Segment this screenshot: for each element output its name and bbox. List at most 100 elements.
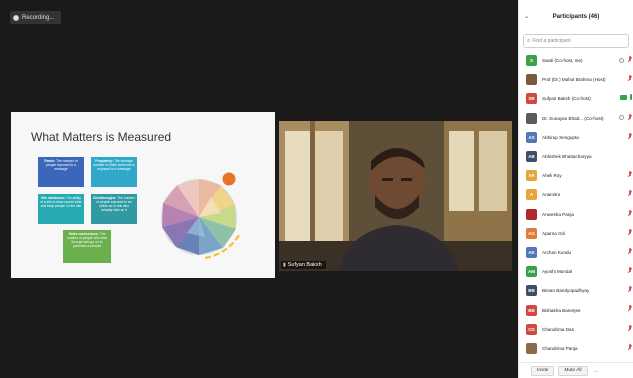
- mute-all-button[interactable]: Mute All: [558, 365, 588, 376]
- mic-muted-icon[interactable]: [627, 56, 632, 64]
- participant-name: Dr. Sunayan Bhatt... (Co-host): [542, 115, 604, 121]
- participant-name: Swati (Co-host, me): [542, 58, 583, 64]
- participant-name: Biman Bandyopadhyay: [542, 288, 590, 294]
- avatar: AM: [526, 266, 537, 278]
- avatar: A: [526, 189, 537, 201]
- signal-bars-icon: ▮: [283, 262, 286, 268]
- participant-row[interactable]: AM Ayoshi Mondal: [519, 262, 633, 281]
- mic-muted-icon[interactable]: [627, 228, 632, 237]
- avatar: AK: [526, 246, 537, 258]
- participant-status-icons: [627, 267, 632, 275]
- participant-row[interactable]: AS Abhirup Sengupta: [519, 128, 633, 147]
- speaker-name-tag: ▮ Sufyan Baksh: [281, 261, 326, 269]
- participant-name: Archan Kundu: [542, 249, 572, 255]
- avatar: S: [526, 55, 537, 67]
- search-icon: ⌕: [527, 37, 531, 44]
- participant-name: Chandrima Panja: [542, 345, 578, 351]
- avatar: SB: [526, 93, 537, 105]
- more-options-button[interactable]: ...: [594, 368, 598, 374]
- participant-status-icons: [627, 343, 632, 352]
- participant-status-icons: [627, 324, 632, 333]
- mic-muted-icon[interactable]: [627, 190, 632, 198]
- participant-status-icons: [627, 247, 632, 256]
- participants-footer: Invite Mute All ...: [519, 362, 633, 378]
- avatar: [526, 208, 537, 220]
- chevron-down-icon[interactable]: ⌄: [524, 13, 529, 20]
- participant-status-icons: [627, 171, 632, 179]
- recording-icon: [13, 14, 19, 21]
- participant-name: Anamitra: [542, 192, 561, 198]
- avatar: AR: [526, 170, 537, 182]
- participant-row[interactable]: BB Biman Bandyopadhyay: [519, 281, 633, 300]
- status-icon[interactable]: [619, 57, 624, 63]
- avatar: [526, 342, 537, 354]
- mic-muted-icon[interactable]: [627, 267, 632, 275]
- participant-status-icons: [627, 286, 632, 294]
- participant-row[interactable]: A Anamitra: [519, 185, 633, 204]
- slide-box-frequency: Frequency: The average number of times s…: [91, 157, 137, 187]
- participant-name: Aparna Giri: [542, 230, 566, 236]
- participant-name: Ayoshi Mondal: [542, 269, 573, 275]
- participants-header: ⌄ Participants (46): [519, 0, 633, 34]
- participant-name: Sufyan Baksh (Co-host): [542, 96, 591, 102]
- participant-name: Chandrima Das: [542, 326, 574, 332]
- participant-row[interactable]: AR Aheli Roy: [519, 166, 633, 185]
- video-on-icon[interactable]: [620, 94, 627, 100]
- participant-name: Abhishek Bhattacharyya: [542, 154, 592, 160]
- participant-name: Anwesha Panja: [542, 211, 574, 217]
- avatar: AB: [526, 151, 537, 163]
- avatar: BB: [526, 285, 537, 297]
- participant-status-icons: [619, 113, 632, 122]
- speaker-video-tile[interactable]: ▮ Sufyan Baksh: [279, 121, 512, 271]
- mic-muted-icon[interactable]: [627, 286, 632, 294]
- recording-label: Recording...: [22, 14, 55, 21]
- participant-status-icons: [627, 75, 632, 83]
- participant-name: Bishakha Banerjee: [542, 307, 581, 313]
- mic-muted-icon[interactable]: [627, 305, 632, 313]
- participant-row[interactable]: Prof (Dr.) Mahul Brahma (Host): [519, 70, 633, 89]
- slide-box-reach: Reach: The number of people exposed to a…: [38, 157, 84, 187]
- mic-muted-icon[interactable]: [627, 75, 632, 83]
- mic-muted-icon[interactable]: [627, 247, 632, 256]
- participant-row[interactable]: Dr. Sunayan Bhatt... (Co-host): [519, 109, 633, 128]
- participant-status-icons: [627, 132, 632, 141]
- participant-status-icons: [619, 56, 632, 64]
- participant-list: S Swati (Co-host, me) Prof (Dr.) Mahul Bra…: [519, 51, 633, 358]
- meeting-stage: Recording... What Matters is Measured Re…: [0, 0, 518, 378]
- slide-box-site-stickiness: Site stickiness: The ability of a site t…: [38, 194, 84, 224]
- avatar: AS: [526, 131, 537, 143]
- mic-muted-icon[interactable]: [627, 324, 632, 333]
- participant-status-icons: [620, 94, 632, 101]
- status-icon[interactable]: [619, 115, 624, 121]
- participant-row[interactable]: Anwesha Panja: [519, 205, 633, 224]
- mic-muted-icon[interactable]: [627, 209, 632, 218]
- participants-panel: ⌄ Participants (46) ⌕ S Swati (Co-host, m…: [518, 0, 633, 378]
- participant-status-icons: [627, 209, 632, 218]
- participant-status-icons: [627, 228, 632, 237]
- mic-on-icon[interactable]: [630, 94, 632, 101]
- recording-badge[interactable]: Recording...: [10, 11, 61, 24]
- mic-muted-icon[interactable]: [627, 171, 632, 179]
- participant-row[interactable]: AK Archan Kundu: [519, 243, 633, 262]
- mic-muted-icon[interactable]: [627, 132, 632, 141]
- participant-search[interactable]: ⌕: [523, 34, 629, 48]
- participant-row[interactable]: BB Bishakha Banerjee: [519, 300, 633, 319]
- participant-status-icons: [627, 305, 632, 313]
- slide-box-clickthroughs: Clickthroughs: The number of people expo…: [91, 194, 137, 224]
- avatar: AG: [526, 227, 537, 239]
- participant-row[interactable]: S Swati (Co-host, me): [519, 51, 633, 70]
- invite-button[interactable]: Invite: [531, 365, 555, 376]
- participant-row[interactable]: AG Aparna Giri: [519, 224, 633, 243]
- participant-name: Prof (Dr.) Mahul Brahma (Host): [542, 77, 606, 83]
- slide-box-sales-conversions: Sales conversions: The number of people …: [63, 230, 111, 263]
- mic-muted-icon[interactable]: [627, 343, 632, 352]
- participant-row[interactable]: SB Sufyan Baksh (Co-host): [519, 89, 633, 108]
- participant-row[interactable]: AB Abhishek Bhattacharyya: [519, 147, 633, 166]
- participant-row[interactable]: CD Chandrima Das: [519, 320, 633, 339]
- participant-name: Aheli Roy: [542, 173, 562, 179]
- participant-row[interactable]: Chandrima Panja: [519, 339, 633, 358]
- mic-muted-icon[interactable]: [627, 113, 632, 122]
- shared-screen-slide: What Matters is Measured Reach: The numb…: [11, 112, 275, 278]
- avatar: [526, 112, 537, 124]
- search-input[interactable]: [532, 35, 623, 47]
